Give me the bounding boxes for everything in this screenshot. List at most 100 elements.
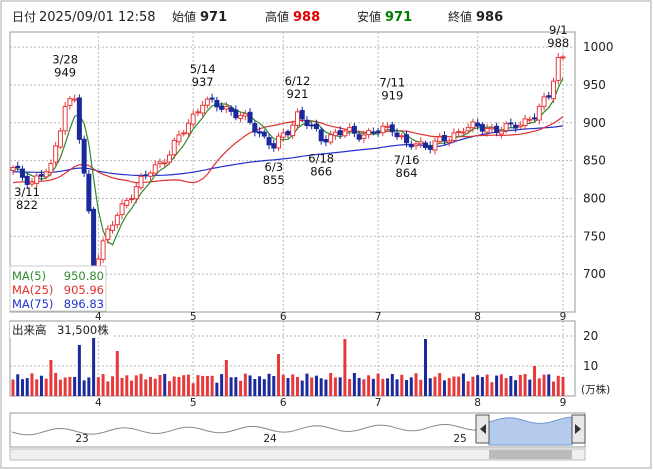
- candle-body: [81, 138, 87, 174]
- volume-bar: [111, 376, 115, 396]
- open-value: 971: [200, 10, 227, 25]
- volume-bar: [101, 374, 105, 396]
- volume-value: 31,500株: [57, 323, 109, 337]
- candle-body: [370, 131, 376, 134]
- candle-body: [380, 125, 386, 134]
- legend-value-ma25: 905.96: [64, 283, 104, 297]
- volume-bar: [381, 378, 385, 396]
- candle-body: [34, 175, 40, 184]
- volume-bar: [115, 351, 119, 396]
- volume-bar: [267, 373, 271, 396]
- volume-bar: [357, 377, 361, 396]
- volume-bar: [16, 374, 20, 396]
- volume-bar: [20, 379, 24, 396]
- candle-body: [460, 131, 466, 134]
- volume-bar: [248, 375, 252, 396]
- volume-bar: [305, 373, 309, 396]
- volume-bar: [504, 378, 508, 396]
- annotation-date: 3/11: [14, 185, 40, 199]
- volume-bar: [338, 377, 342, 396]
- volume-bar: [386, 378, 390, 396]
- candle-body: [456, 131, 462, 134]
- range-navigator[interactable]: 23 24 25: [9, 412, 586, 461]
- volume-unit: (万株): [581, 383, 610, 396]
- price-y-tick-label: 1000: [583, 40, 614, 54]
- annotation-date: 9/1: [549, 23, 568, 37]
- candle-body: [342, 130, 348, 137]
- price-y-tick-label: 800: [583, 191, 606, 205]
- volume-bar: [495, 375, 499, 396]
- volume-bar: [253, 379, 257, 396]
- volume-bar: [229, 377, 233, 396]
- volume-bar: [87, 377, 91, 396]
- price-y-tick-label: 750: [583, 229, 606, 243]
- volume-bar: [272, 376, 276, 396]
- annotation-value: 937: [192, 75, 214, 89]
- volume-bar: [537, 378, 541, 396]
- volume-title: 出来高: [12, 323, 47, 337]
- candle-body: [427, 145, 433, 150]
- candle-body: [110, 224, 116, 231]
- volume-x-tick-label: 5: [190, 397, 197, 409]
- volume-bar: [348, 378, 352, 396]
- legend-label-ma75: MA(75): [12, 297, 53, 311]
- volume-y-tick-label: 10: [583, 359, 598, 373]
- candle-body: [195, 111, 201, 114]
- volume-bar: [400, 374, 404, 396]
- volume-bar: [295, 377, 299, 396]
- candle-body: [72, 98, 78, 101]
- annotation-value: 855: [263, 173, 285, 187]
- candle-body: [261, 131, 267, 137]
- volume-bar: [30, 373, 34, 396]
- candle-body: [162, 162, 168, 165]
- volume-bar: [182, 375, 186, 396]
- candle-body: [119, 203, 125, 216]
- volume-bar: [63, 377, 67, 396]
- candle-body: [309, 124, 315, 127]
- candle-body: [171, 139, 177, 156]
- candle-body: [233, 109, 239, 119]
- candle-body: [328, 134, 334, 143]
- price-y-tick-label: 900: [583, 116, 606, 130]
- volume-bar: [39, 375, 43, 396]
- candle-body: [29, 181, 35, 185]
- candle-body: [228, 107, 234, 112]
- price-y-tick-label: 950: [583, 78, 606, 92]
- candle-body: [105, 228, 111, 241]
- candle-body: [204, 98, 210, 106]
- candle-body: [238, 114, 244, 119]
- candle-body: [432, 140, 438, 151]
- volume-bar: [125, 375, 129, 396]
- candle-body: [479, 124, 485, 132]
- candle-body: [280, 132, 286, 138]
- volume-bar: [428, 378, 432, 396]
- candle-body: [313, 123, 319, 130]
- candle-body: [124, 199, 130, 206]
- volume-bar: [424, 339, 427, 396]
- candle-body: [62, 105, 68, 132]
- candle-body: [404, 134, 410, 144]
- candle-body: [532, 117, 538, 120]
- volume-bar: [405, 380, 409, 396]
- candle-body: [100, 240, 106, 260]
- candle-body: [185, 122, 191, 134]
- candle-body: [418, 141, 424, 145]
- volume-bar: [457, 376, 461, 396]
- volume-bar: [286, 378, 290, 396]
- volume-bar: [177, 377, 181, 396]
- annotation-date: 7/11: [379, 75, 405, 89]
- volume-x-tick-label: 8: [474, 397, 481, 409]
- navigator-scrollbar-thumb[interactable]: [489, 450, 572, 459]
- candle-body: [247, 111, 253, 123]
- volume-bar: [442, 380, 446, 396]
- annotation-value: 919: [381, 88, 403, 102]
- candle-body: [337, 130, 343, 136]
- volume-bar: [96, 377, 100, 396]
- volume-bar: [533, 366, 537, 396]
- volume-bar: [172, 376, 176, 396]
- volume-bar: [205, 375, 209, 396]
- volume-bar: [547, 374, 551, 396]
- annotation-date: 5/14: [190, 62, 216, 76]
- annotation-date: 6/3: [265, 160, 284, 174]
- volume-bar: [556, 375, 560, 396]
